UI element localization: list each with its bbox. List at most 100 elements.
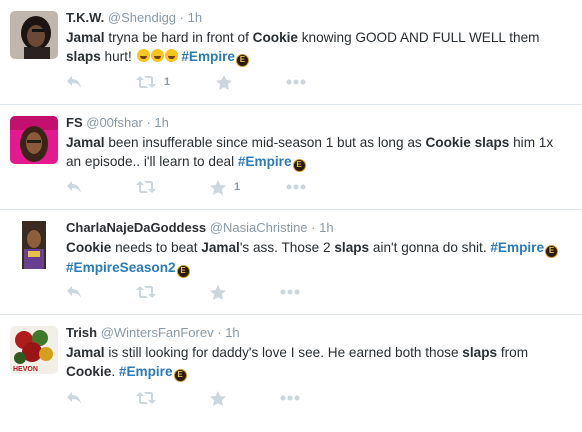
more-button[interactable]: [286, 79, 306, 85]
favorite-icon: [216, 74, 233, 90]
reply-button[interactable]: [66, 180, 90, 194]
keyword-highlight: Jamal: [66, 30, 105, 45]
reply-icon: [67, 181, 81, 193]
keyword-highlight: slaps: [462, 345, 498, 360]
retweet-button[interactable]: [136, 180, 164, 194]
tweet-header: Trish @WintersFanForev · 1h: [66, 325, 570, 341]
avatar[interactable]: [10, 11, 58, 59]
empire-emoji-icon: E: [545, 245, 559, 258]
text-segment: .: [111, 364, 119, 379]
separator: ·: [146, 115, 151, 130]
empire-emoji-icon: E: [173, 369, 187, 382]
tweet[interactable]: T.K.W. @Shendigg · 1h Jamal tryna be har…: [0, 0, 582, 105]
text-segment: from: [497, 345, 529, 360]
more-button[interactable]: [280, 395, 300, 401]
keyword-highlight: Jamal: [201, 240, 240, 255]
keyword-highlight: Cookie: [66, 364, 112, 379]
tweet-text: Jamal been insufferable since mid-season…: [66, 133, 570, 172]
hashtag-link[interactable]: #Empire: [119, 364, 173, 379]
fullname[interactable]: FS: [66, 115, 83, 130]
retweet-count: 1: [164, 76, 171, 88]
keyword-highlight: slaps: [66, 49, 101, 64]
favorite-count: 1: [234, 181, 241, 193]
keyword-highlight: Cookie: [425, 135, 471, 150]
username[interactable]: @WintersFanForev: [101, 325, 214, 340]
more-button[interactable]: [286, 184, 306, 190]
avatar[interactable]: HEVON: [10, 326, 58, 374]
keyword-highlight: Jamal: [66, 135, 105, 150]
username[interactable]: @00fshar: [86, 115, 143, 130]
reply-button[interactable]: [66, 75, 90, 89]
fullname[interactable]: T.K.W.: [66, 10, 104, 25]
laughing-emoji-icon: [150, 49, 164, 62]
text-segment: ain't gonna do shit.: [369, 240, 491, 255]
fullname[interactable]: Trish: [66, 325, 97, 340]
timestamp[interactable]: 1h: [225, 325, 239, 340]
tweet[interactable]: HEVON Trish @WintersFanForev · 1h Jamal …: [0, 315, 582, 420]
more-icon: [280, 395, 300, 401]
laughing-emoji-icon: [136, 49, 150, 62]
favorite-button[interactable]: [210, 284, 234, 300]
retweet-button[interactable]: [136, 391, 164, 405]
separator: ·: [179, 10, 185, 25]
keyword-highlight: Jamal: [66, 345, 105, 360]
favorite-icon: [210, 179, 226, 195]
favorite-button[interactable]: [216, 74, 240, 90]
more-icon: [280, 289, 300, 295]
hashtag-link[interactable]: #Empire: [181, 49, 235, 64]
reply-button[interactable]: [66, 391, 90, 405]
text-segment: knowing GOOD AND FULL WELL them: [297, 30, 540, 45]
favorite-icon: [210, 284, 226, 300]
laughing-emoji-icon: [164, 49, 178, 62]
text-segment: needs to beat: [111, 240, 202, 255]
timestamp[interactable]: 1h: [319, 220, 333, 235]
reply-icon: [67, 76, 81, 88]
timestamp[interactable]: 1h: [154, 115, 168, 130]
text-segment: is still looking for daddy's love I see.…: [104, 345, 463, 360]
favorite-button[interactable]: 1: [210, 179, 241, 195]
tweet-text: Cookie needs to beat Jamal's ass. Those …: [66, 238, 570, 278]
retweet-button[interactable]: 1: [136, 75, 170, 89]
empire-emoji-icon: E: [292, 159, 306, 172]
separator: ·: [217, 325, 222, 340]
more-icon: [286, 79, 306, 85]
retweet-button[interactable]: [136, 285, 164, 299]
text-segment: hurt!: [100, 49, 136, 64]
tweet-actions: 1: [66, 72, 306, 92]
tweet-actions: 1: [66, 177, 306, 197]
empire-emoji-icon: E: [235, 54, 249, 67]
avatar[interactable]: [10, 221, 58, 269]
avatar-label: HEVON: [13, 366, 38, 373]
tweet-actions: [66, 282, 300, 302]
hashtag-link[interactable]: #Empire: [490, 240, 544, 255]
timestamp[interactable]: 1h: [188, 10, 202, 25]
retweet-icon: [136, 392, 156, 404]
tweet-header: FS @00fshar · 1h: [66, 115, 570, 131]
tweet-actions: [66, 388, 300, 408]
separator: ·: [311, 220, 316, 235]
hashtag-link[interactable]: #Empire: [238, 154, 292, 169]
username[interactable]: @Shendigg: [108, 10, 176, 25]
avatar[interactable]: [10, 116, 58, 164]
tweet-feed: T.K.W. @Shendigg · 1h Jamal tryna be har…: [0, 0, 582, 420]
more-button[interactable]: [280, 289, 300, 295]
retweet-icon: [136, 286, 156, 298]
fullname[interactable]: CharlaNajeDaGoddess: [66, 220, 206, 235]
retweet-icon: [136, 76, 156, 88]
username[interactable]: @NasiaChristine: [210, 220, 308, 235]
favorite-icon: [210, 390, 226, 406]
text-segment: 's ass. Those 2: [239, 240, 335, 255]
hashtag-link[interactable]: #EmpireSeason2: [66, 260, 176, 275]
retweet-icon: [136, 181, 156, 193]
reply-button[interactable]: [66, 285, 90, 299]
favorite-button[interactable]: [210, 390, 234, 406]
tweet-header: CharlaNajeDaGoddess @NasiaChristine · 1h: [66, 220, 570, 236]
reply-icon: [67, 286, 81, 298]
reply-icon: [67, 392, 81, 404]
keyword-highlight: slaps: [334, 240, 370, 255]
text-segment: tryna be hard in front of: [104, 30, 253, 45]
tweet[interactable]: FS @00fshar · 1h Jamal been insufferable…: [0, 105, 582, 210]
tweet-text: Jamal is still looking for daddy's love …: [66, 343, 570, 382]
tweet[interactable]: CharlaNajeDaGoddess @NasiaChristine · 1h…: [0, 210, 582, 315]
empire-emoji-icon: E: [176, 265, 190, 278]
